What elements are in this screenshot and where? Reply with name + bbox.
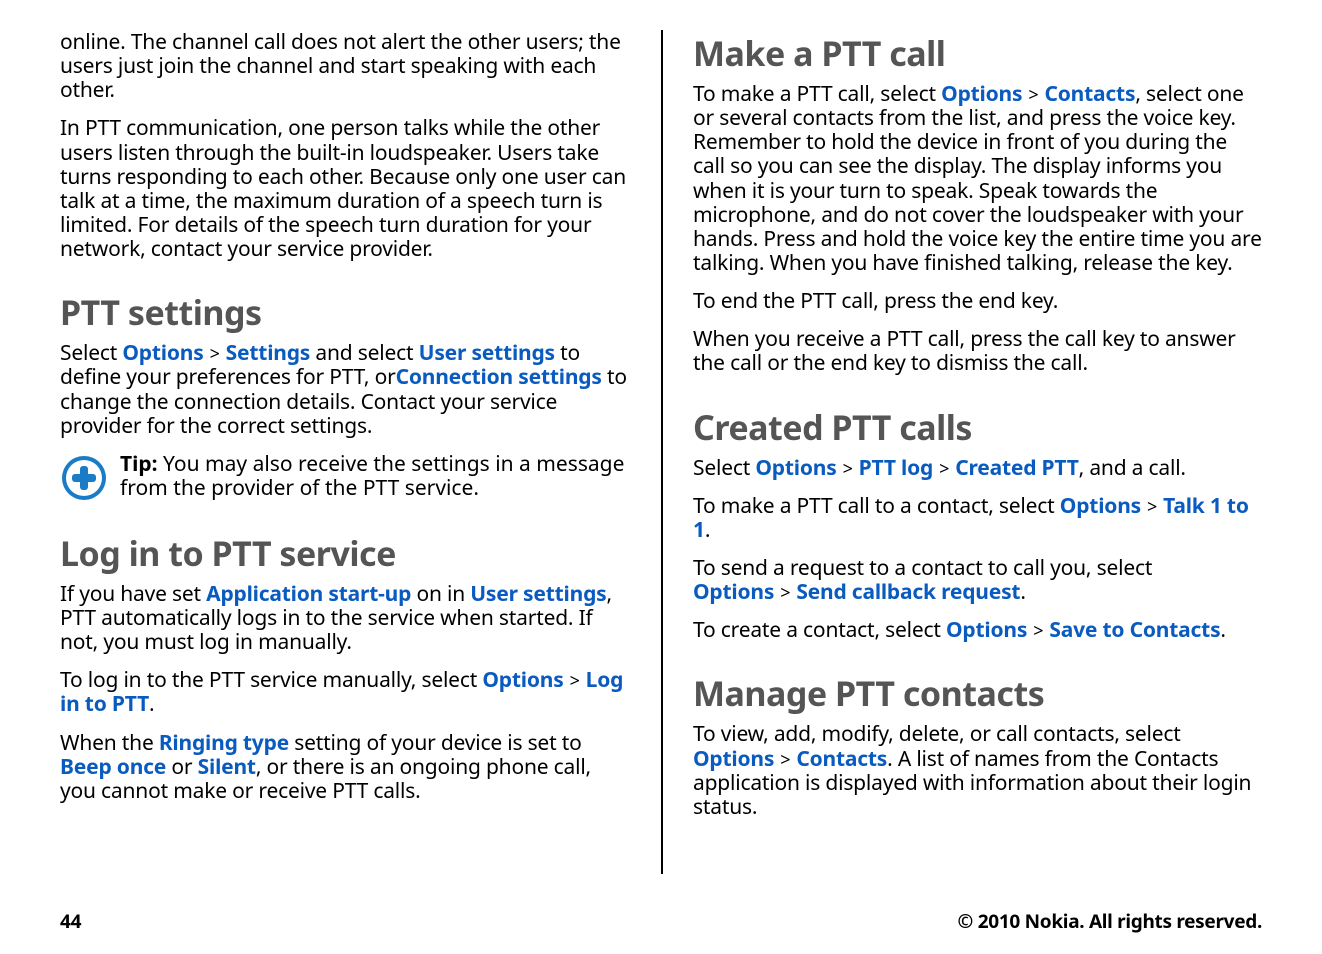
paragraph: To log in to the PTT service manually, s… [60,668,631,716]
paragraph: In PTT communication, one person talks w… [60,116,631,261]
heading-ptt-settings: PTT settings [60,289,631,335]
breadcrumb-sep: > [1027,619,1049,643]
paragraph: When you receive a PTT call, press the c… [693,327,1262,375]
breadcrumb-sep: > [1141,495,1163,519]
paragraph: To make a PTT call, select Options>Conta… [693,82,1262,275]
text: To make a PTT call to a contact, select [693,492,1060,520]
tip-text: Tip: You may also receive the settings i… [120,452,631,500]
left-column: online. The channel call does not alert … [60,30,661,874]
menu-save-to-contacts: Save to Contacts [1049,616,1220,644]
text: . [149,690,154,718]
paragraph: Select Options>Settings and select User … [60,341,631,438]
text: Select [693,454,755,482]
page: online. The channel call does not alert … [0,0,1322,954]
menu-ptt-log: PTT log [859,454,933,482]
breadcrumb-sep: > [837,457,859,481]
heading-log-in: Log in to PTT service [60,530,631,576]
text: . [1220,616,1225,644]
text: , select one or several contacts from th… [693,80,1262,277]
paragraph: To make a PTT call to a contact, select … [693,494,1262,542]
text: . [705,516,710,544]
paragraph: To view, add, modify, delete, or call co… [693,722,1262,819]
paragraph: If you have set Application start-up on … [60,582,631,654]
menu-send-callback-request: Send callback request [796,578,1020,606]
copyright: © 2010 Nokia. All rights reserved. [958,908,1262,934]
tip-block: Tip: You may also receive the settings i… [60,452,631,502]
text: You may also receive the settings in a m… [120,450,624,502]
paragraph: To send a request to a contact to call y… [693,556,1262,604]
page-number: 44 [60,908,81,934]
heading-make-ptt-call: Make a PTT call [693,30,1262,76]
paragraph: online. The channel call does not alert … [60,30,631,102]
text: , and a call. [1079,454,1186,482]
page-footer: 44 © 2010 Nokia. All rights reserved. [60,908,1262,934]
text: . [1020,578,1025,606]
paragraph: To end the PTT call, press the end key. [693,289,1262,313]
tip-icon [60,454,108,502]
menu-options: Options [755,454,836,482]
menu-options: Options [693,578,774,606]
breadcrumb-sep: > [774,581,796,605]
breadcrumb-sep: > [564,669,586,693]
right-column: Make a PTT call To make a PTT call, sele… [661,30,1262,874]
two-column-layout: online. The channel call does not alert … [60,30,1262,874]
menu-options: Options [1060,492,1141,520]
heading-manage-ptt-contacts: Manage PTT contacts [693,670,1262,716]
menu-options: Options [482,666,563,694]
paragraph: Select Options>PTT log>Created PTT, and … [693,456,1262,480]
paragraph: When the Ringing type setting of your de… [60,731,631,803]
heading-created-ptt-calls: Created PTT calls [693,404,1262,450]
menu-created-ptt: Created PTT [955,454,1078,482]
text: To create a contact, select [693,616,946,644]
paragraph: To create a contact, select Options>Save… [693,618,1262,642]
menu-options: Options [946,616,1027,644]
breadcrumb-sep: > [933,457,955,481]
